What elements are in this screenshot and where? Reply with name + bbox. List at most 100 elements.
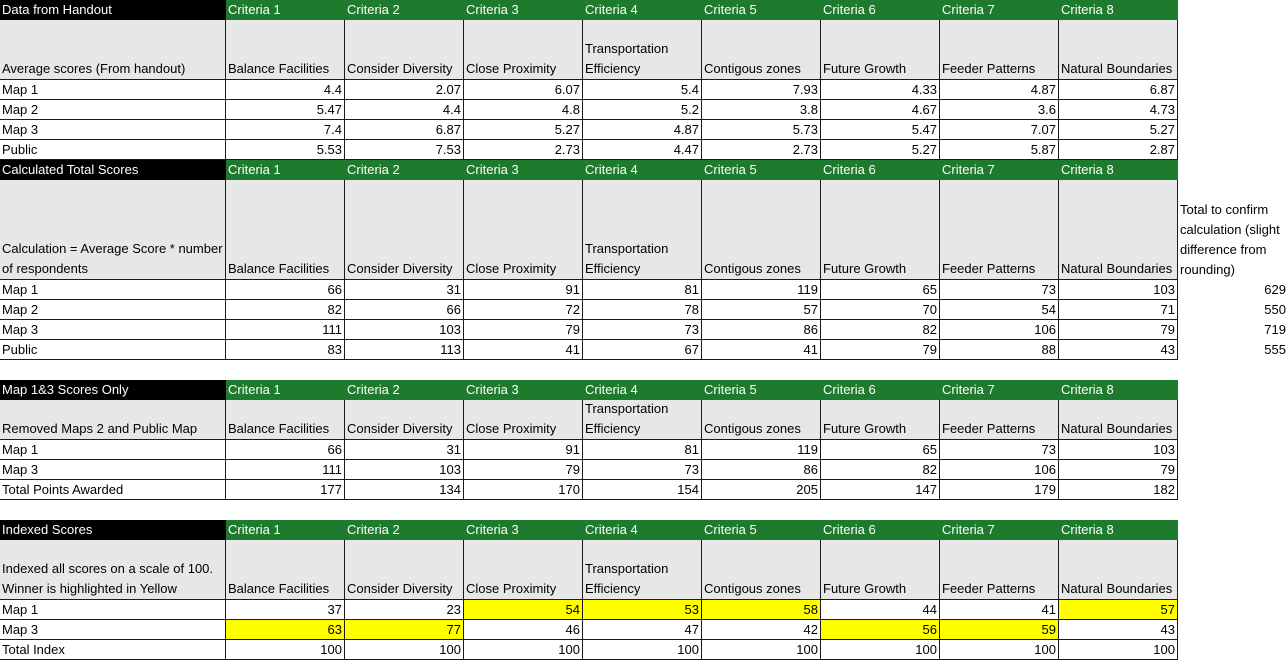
criteria-header-5[interactable]: Criteria 5 — [702, 520, 821, 540]
criteria-header-1[interactable]: Criteria 1 — [226, 160, 345, 180]
table-cell[interactable]: 5.2 — [583, 100, 702, 120]
table-cell[interactable]: 5.27 — [464, 120, 583, 140]
section-title[interactable]: Calculated Total Scores — [0, 160, 226, 180]
table-cell[interactable]: 73 — [583, 460, 702, 480]
table-cell[interactable]: 3.6 — [940, 100, 1059, 120]
table-cell[interactable]: 41 — [702, 340, 821, 360]
criteria-header-8[interactable]: Criteria 8 — [1059, 0, 1178, 20]
table-cell[interactable]: 79 — [1059, 460, 1178, 480]
table-cell[interactable]: 79 — [821, 340, 940, 360]
criteria-name-7[interactable]: Feeder Patterns — [940, 20, 1059, 80]
table-cell[interactable]: 54 — [940, 300, 1059, 320]
table-cell[interactable]: 100 — [345, 640, 464, 660]
row-label[interactable]: Map 3 — [0, 120, 226, 140]
criteria-header-8[interactable]: Criteria 8 — [1059, 380, 1178, 400]
criteria-name-7[interactable]: Feeder Patterns — [940, 400, 1059, 440]
criteria-header-5[interactable]: Criteria 5 — [702, 380, 821, 400]
table-cell[interactable]: 65 — [821, 440, 940, 460]
criteria-header-7[interactable]: Criteria 7 — [940, 520, 1059, 540]
criteria-header-8[interactable]: Criteria 8 — [1059, 520, 1178, 540]
table-cell[interactable]: 66 — [226, 280, 345, 300]
criteria-name-4[interactable]: Transportation Efficiency — [583, 400, 702, 440]
criteria-header-5[interactable]: Criteria 5 — [702, 160, 821, 180]
table-cell[interactable]: 182 — [1059, 480, 1178, 500]
table-cell[interactable]: 37 — [226, 600, 345, 620]
criteria-header-7[interactable]: Criteria 7 — [940, 0, 1059, 20]
table-cell[interactable]: 154 — [583, 480, 702, 500]
table-cell[interactable]: 100 — [702, 640, 821, 660]
table-cell[interactable]: 81 — [583, 440, 702, 460]
row-label[interactable]: Map 1 — [0, 600, 226, 620]
criteria-header-1[interactable]: Criteria 1 — [226, 380, 345, 400]
total-header[interactable]: Total to confirm calculation (slight dif… — [1178, 160, 1288, 280]
table-cell[interactable]: 57 — [702, 300, 821, 320]
table-cell[interactable]: 4.67 — [821, 100, 940, 120]
table-cell[interactable]: 43 — [1059, 340, 1178, 360]
criteria-name-1[interactable]: Balance Facilities — [226, 400, 345, 440]
table-cell[interactable]: 147 — [821, 480, 940, 500]
criteria-name-2[interactable]: Consider Diversity — [345, 540, 464, 600]
row-label[interactable]: Map 1 — [0, 80, 226, 100]
table-cell[interactable]: 73 — [940, 440, 1059, 460]
table-cell[interactable]: 86 — [702, 460, 821, 480]
table-cell[interactable]: 6.07 — [464, 80, 583, 100]
criteria-header-6[interactable]: Criteria 6 — [821, 160, 940, 180]
table-cell[interactable]: 5.47 — [226, 100, 345, 120]
table-cell[interactable]: 103 — [1059, 440, 1178, 460]
table-cell[interactable]: 2.73 — [464, 140, 583, 160]
criteria-name-3[interactable]: Close Proximity — [464, 180, 583, 280]
table-cell[interactable]: 100 — [583, 640, 702, 660]
table-cell[interactable]: 66 — [345, 300, 464, 320]
row-label[interactable]: Public — [0, 140, 226, 160]
table-cell[interactable]: 4.47 — [583, 140, 702, 160]
table-cell[interactable]: 5.27 — [821, 140, 940, 160]
table-cell[interactable]: 31 — [345, 280, 464, 300]
table-cell[interactable]: 59 — [940, 620, 1059, 640]
table-cell[interactable]: 57 — [1059, 600, 1178, 620]
table-cell[interactable]: 177 — [226, 480, 345, 500]
table-cell[interactable]: 72 — [464, 300, 583, 320]
table-cell[interactable]: 91 — [464, 440, 583, 460]
criteria-name-6[interactable]: Future Growth — [821, 20, 940, 80]
criteria-name-6[interactable]: Future Growth — [821, 540, 940, 600]
criteria-name-4[interactable]: Transportation Efficiency — [583, 180, 702, 280]
criteria-header-3[interactable]: Criteria 3 — [464, 380, 583, 400]
table-cell[interactable]: 53 — [583, 600, 702, 620]
table-cell[interactable]: 83 — [226, 340, 345, 360]
table-cell[interactable]: 4.4 — [226, 80, 345, 100]
table-cell[interactable]: 43 — [1059, 620, 1178, 640]
criteria-name-8[interactable]: Natural Boundaries — [1059, 20, 1178, 80]
table-cell[interactable]: 205 — [702, 480, 821, 500]
table-cell[interactable]: 81 — [583, 280, 702, 300]
table-cell[interactable]: 54 — [464, 600, 583, 620]
row-total[interactable]: 555 — [1178, 340, 1288, 360]
table-cell[interactable]: 58 — [702, 600, 821, 620]
criteria-header-5[interactable]: Criteria 5 — [702, 0, 821, 20]
table-cell[interactable]: 103 — [1059, 280, 1178, 300]
criteria-header-3[interactable]: Criteria 3 — [464, 160, 583, 180]
table-cell[interactable]: 78 — [583, 300, 702, 320]
table-cell[interactable]: 106 — [940, 460, 1059, 480]
row-total[interactable]: 629 — [1178, 280, 1288, 300]
table-cell[interactable]: 179 — [940, 480, 1059, 500]
table-cell[interactable]: 100 — [1059, 640, 1178, 660]
criteria-name-2[interactable]: Consider Diversity — [345, 20, 464, 80]
section-sublabel[interactable]: Average scores (From handout) — [0, 20, 226, 80]
row-label[interactable]: Public — [0, 340, 226, 360]
table-cell[interactable]: 119 — [702, 440, 821, 460]
criteria-name-2[interactable]: Consider Diversity — [345, 180, 464, 280]
criteria-header-2[interactable]: Criteria 2 — [345, 0, 464, 20]
section-sublabel[interactable]: Removed Maps 2 and Public Map — [0, 400, 226, 440]
table-cell[interactable]: 119 — [702, 280, 821, 300]
row-label[interactable]: Map 3 — [0, 460, 226, 480]
table-cell[interactable]: 7.53 — [345, 140, 464, 160]
table-cell[interactable]: 77 — [345, 620, 464, 640]
table-cell[interactable]: 79 — [464, 460, 583, 480]
criteria-name-1[interactable]: Balance Facilities — [226, 180, 345, 280]
table-cell[interactable]: 82 — [821, 460, 940, 480]
row-label[interactable]: Map 3 — [0, 320, 226, 340]
criteria-header-1[interactable]: Criteria 1 — [226, 520, 345, 540]
table-cell[interactable]: 4.87 — [940, 80, 1059, 100]
table-cell[interactable]: 71 — [1059, 300, 1178, 320]
table-cell[interactable]: 63 — [226, 620, 345, 640]
